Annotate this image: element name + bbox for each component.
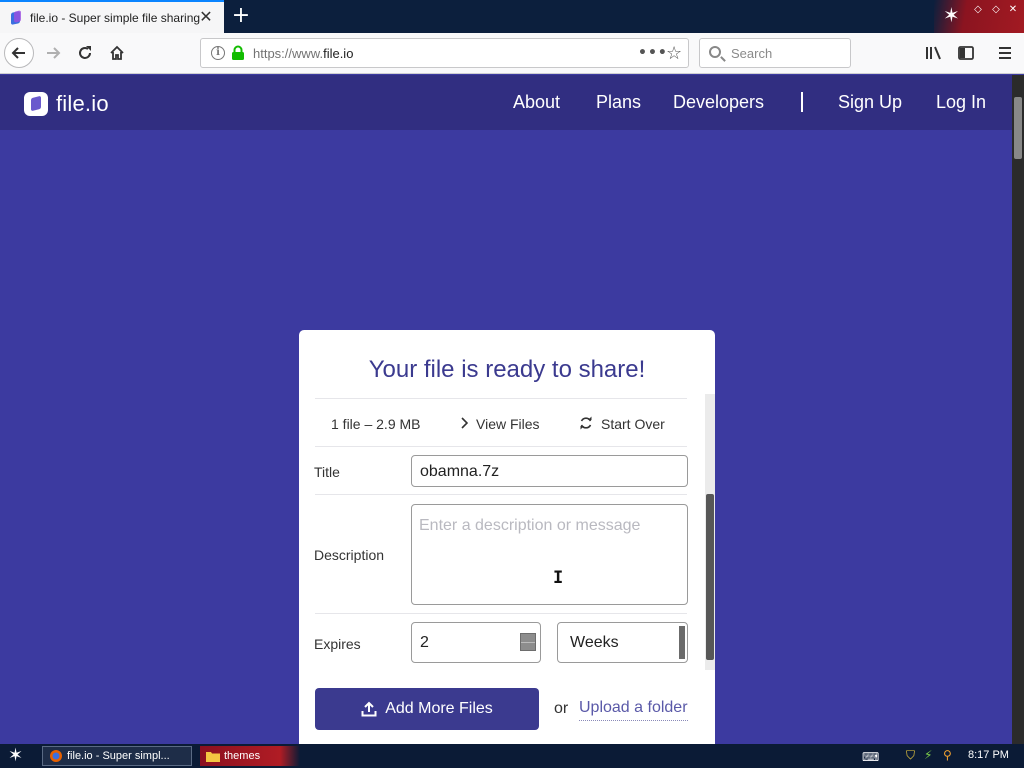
secure-lock-icon[interactable] (231, 45, 245, 61)
site-header: file.io About Plans Developers Sign Up L… (0, 75, 1012, 130)
tab-close-icon[interactable]: ✕ (198, 9, 214, 25)
share-card: Your file is ready to share! 1 file – 2.… (299, 330, 715, 750)
chevron-right-icon (461, 417, 468, 429)
upload-icon (361, 701, 377, 717)
description-placeholder: Enter a description or message (419, 517, 641, 534)
text-cursor-icon: I (553, 568, 564, 588)
menu-button[interactable] (990, 38, 1020, 68)
home-icon (110, 45, 124, 60)
or-text: or (554, 700, 569, 717)
add-more-files-button[interactable]: Add More Files (315, 688, 539, 730)
add-more-files-label: Add More Files (385, 700, 493, 717)
reload-button[interactable] (70, 38, 100, 68)
expires-label: Expires (314, 636, 361, 652)
view-files-link[interactable]: View Files (476, 416, 540, 432)
library-button[interactable] (919, 38, 949, 68)
description-textarea[interactable]: Enter a description or message (411, 504, 688, 605)
search-icon (709, 46, 721, 58)
url-prefix: https://www. (253, 46, 324, 61)
expires-number-value: 2 (420, 634, 429, 651)
taskbar-themes-label: themes (224, 750, 261, 762)
search-placeholder: Search (731, 46, 773, 61)
nav-plans-link[interactable]: Plans (596, 92, 641, 113)
hamburger-menu-icon (999, 47, 1011, 59)
back-button[interactable] (4, 38, 34, 68)
number-spinner-icon[interactable] (520, 633, 536, 651)
description-label: Description (314, 547, 385, 563)
divider (315, 446, 687, 447)
divider (315, 398, 687, 399)
taskbar-themes-item[interactable]: themes (200, 746, 300, 766)
new-tab-icon[interactable]: + (229, 3, 253, 29)
card-scrollbar-thumb[interactable] (706, 494, 714, 660)
start-menu-star-icon[interactable]: ✶ (8, 746, 23, 766)
card-scrollbar[interactable] (705, 394, 715, 670)
window-menu-star-icon[interactable]: ✶ (943, 5, 960, 25)
url-text: https://www.file.io (253, 46, 353, 61)
search-tray-icon[interactable]: ⚲ (943, 748, 952, 764)
divider (315, 494, 687, 495)
taskbar-clock: 8:17 PM (968, 749, 1009, 761)
page-scrollbar-thumb[interactable] (1014, 97, 1022, 159)
nav-divider (801, 92, 803, 112)
refresh-icon (580, 416, 592, 430)
taskbar-firefox-item[interactable]: file.io - Super simpl... (42, 746, 192, 766)
title-input-value: obamna.7z (420, 463, 500, 480)
shield-icon[interactable]: ⛉ (906, 748, 915, 764)
forward-button[interactable] (38, 38, 68, 68)
window-maximize-icon[interactable]: ◇ (990, 4, 1002, 16)
sidebar-icon (958, 46, 974, 60)
nav-developers-link[interactable]: Developers (673, 92, 764, 113)
address-bar[interactable]: i https://www.file.io ••• ☆ (200, 38, 689, 68)
expires-unit-value: Weeks (570, 634, 619, 651)
start-over-link[interactable]: Start Over (601, 416, 665, 432)
folder-icon (206, 752, 220, 762)
browser-tab[interactable]: file.io - Super simple file sharing ✕ (0, 0, 224, 33)
page-scrollbar[interactable] (1012, 75, 1024, 744)
browser-toolbar: i https://www.file.io ••• ☆ Search (0, 33, 1024, 74)
site-info-icon[interactable]: i (211, 46, 225, 60)
forward-arrow-icon (47, 47, 61, 59)
fileio-favicon-icon (10, 11, 22, 25)
card-title: Your file is ready to share! (368, 356, 646, 383)
site-nav: About Plans Developers Sign Up Log In (0, 92, 1012, 116)
expires-number-input[interactable]: 2 (411, 622, 541, 663)
search-bar[interactable]: Search (699, 38, 851, 68)
upload-folder-link[interactable]: Upload a folder (579, 699, 688, 721)
window-close-icon[interactable]: ✕ (1007, 4, 1019, 16)
select-dropdown-handle[interactable] (679, 626, 685, 659)
sidebar-button[interactable] (951, 38, 981, 68)
back-arrow-icon (11, 47, 25, 59)
nav-about-link[interactable]: About (513, 92, 560, 113)
network-icon[interactable]: ⚡ (924, 748, 932, 764)
file-count-size: 1 file – 2.9 MB (331, 416, 421, 432)
nav-login-link[interactable]: Log In (936, 92, 986, 113)
page-actions-icon[interactable]: ••• (638, 45, 668, 61)
window-minimize-icon[interactable]: ◇ (972, 4, 984, 16)
library-icon (926, 46, 941, 60)
home-button[interactable] (102, 38, 132, 68)
tab-title: file.io - Super simple file sharing (30, 10, 201, 25)
title-input[interactable]: obamna.7z (411, 455, 688, 487)
nav-signup-link[interactable]: Sign Up (838, 92, 902, 113)
os-taskbar: ✶ file.io - Super simpl... themes ⌨ ⛉ ⚡ … (0, 744, 1024, 768)
url-host: file.io (323, 46, 354, 61)
taskbar-firefox-label: file.io - Super simpl... (67, 750, 170, 762)
reload-icon (79, 46, 91, 59)
browser-tabstrip: file.io - Super simple file sharing ✕ + … (0, 0, 1024, 33)
bookmark-star-icon[interactable]: ☆ (666, 43, 682, 64)
divider (315, 613, 687, 614)
keyboard-icon[interactable]: ⌨ (862, 750, 879, 766)
firefox-app-icon (50, 750, 62, 762)
title-label: Title (314, 464, 340, 480)
expires-unit-select[interactable]: Weeks (557, 622, 688, 663)
